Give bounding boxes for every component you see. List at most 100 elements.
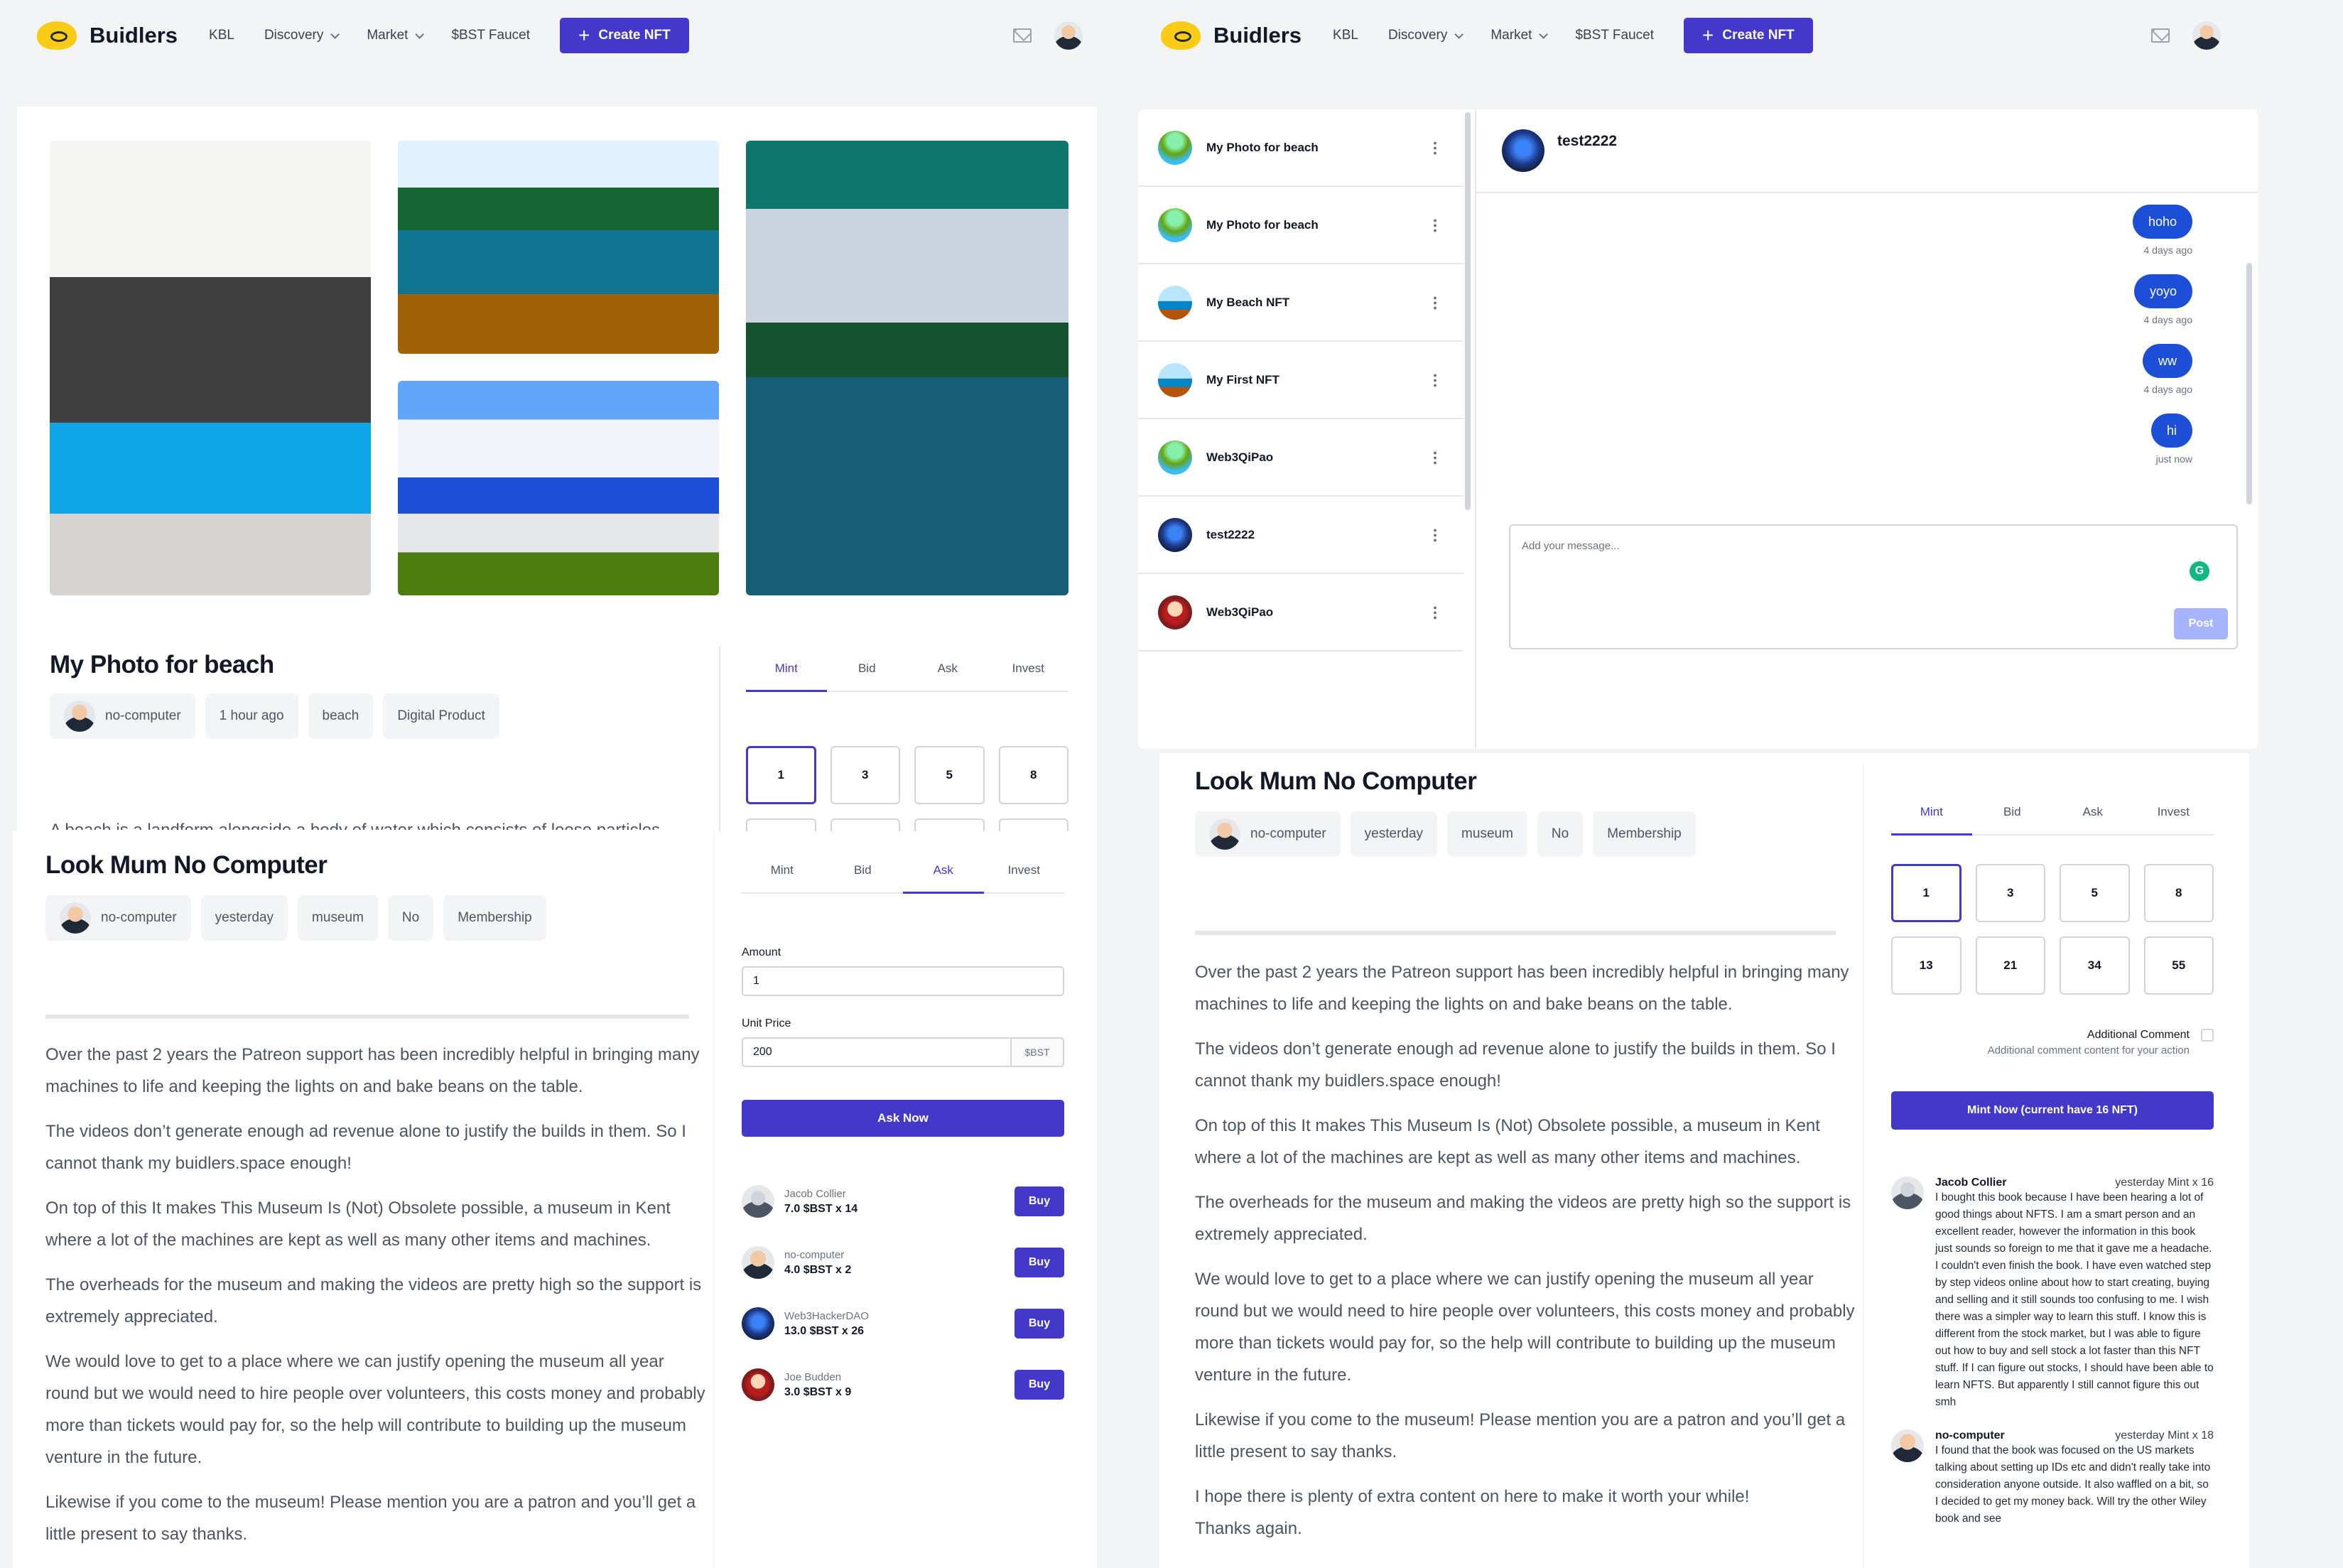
user-avatar[interactable] [2192,21,2221,50]
commenter-name: no-computer [1935,1429,2005,1442]
tag-flag[interactable]: No [1537,811,1584,857]
building-pool-image[interactable] [50,141,371,595]
unit-price-input[interactable]: 200 [742,1037,1012,1067]
tab-bid[interactable]: Bid [1972,790,2053,834]
tag-type[interactable]: Digital Product [383,693,499,739]
message-scrollbar[interactable] [2246,263,2252,504]
tag-type[interactable]: Membership [1593,811,1696,857]
message-input[interactable]: Add your message... [1522,540,1620,552]
quantity-option[interactable]: 5 [914,746,985,804]
conversation-item[interactable]: My Photo for beach [1138,109,1463,187]
quantity-option[interactable]: 1 [746,746,816,804]
tab-invest[interactable]: Invest [988,647,1069,691]
tab-mint[interactable]: Mint [1891,790,1972,836]
logo-icon[interactable] [1161,21,1201,50]
chevron-down-icon [330,29,340,39]
nav-kbl[interactable]: KBL [1333,28,1358,43]
additional-comment-checkbox[interactable] [2201,1029,2214,1042]
quantity-option[interactable]: 5 [2060,864,2130,922]
brand-name[interactable]: Buidlers [1213,23,1302,48]
quantity-option[interactable] [746,818,816,831]
tag-type[interactable]: Membership [443,895,546,941]
conversation-item[interactable]: Web3QiPao [1138,419,1463,497]
quantity-option[interactable]: 8 [2143,864,2214,922]
buy-button[interactable]: Buy [1014,1309,1064,1339]
nav-faucet[interactable]: $BST Faucet [451,28,530,43]
quantity-option[interactable]: 3 [830,746,900,804]
buy-button[interactable]: Buy [1014,1370,1064,1400]
quantity-option[interactable]: 21 [1975,936,2045,995]
tab-mint[interactable]: Mint [742,848,823,892]
tag-author[interactable]: no-computer [45,895,191,941]
column-divider [713,831,715,1568]
user-avatar[interactable] [1054,21,1083,50]
more-vertical-icon[interactable] [1434,140,1436,155]
buy-button[interactable]: Buy [1014,1248,1064,1277]
quantity-option[interactable]: 55 [2143,936,2214,995]
quantity-option[interactable]: 3 [1975,864,2045,922]
conversation-item[interactable]: Web3QiPao [1138,574,1463,651]
column-divider [1863,764,1864,1568]
nav-discovery[interactable]: Discovery [1388,28,1464,43]
brand-name[interactable]: Buidlers [90,23,178,48]
quantity-option[interactable] [914,818,985,831]
nav-discovery[interactable]: Discovery [264,28,340,43]
divider [1195,931,1836,935]
quantity-option[interactable]: 8 [998,746,1068,804]
coast-town-image[interactable] [398,381,719,595]
more-vertical-icon[interactable] [1434,295,1436,310]
island-image[interactable] [746,141,1068,595]
tag-category[interactable]: museum [1447,811,1527,857]
tab-ask[interactable]: Ask [903,848,984,894]
tab-mint[interactable]: Mint [746,647,827,692]
tab-bid[interactable]: Bid [827,647,908,691]
logo-icon[interactable] [37,21,77,50]
tag-category[interactable]: museum [298,895,378,941]
post-button[interactable]: Post [2174,608,2228,639]
mail-icon[interactable] [1013,28,1032,43]
nav-market[interactable]: Market [367,28,425,43]
nav-kbl-label: KBL [1333,28,1358,43]
more-vertical-icon[interactable] [1434,527,1436,542]
quantity-option[interactable]: 1 [1891,864,1961,922]
quantity-option[interactable]: 34 [2060,936,2130,995]
tab-bid[interactable]: Bid [823,848,904,892]
nav-kbl[interactable]: KBL [209,28,234,43]
mail-icon[interactable] [2151,28,2170,43]
more-vertical-icon[interactable] [1434,217,1436,232]
tab-invest[interactable]: Invest [2133,790,2214,834]
buy-button[interactable]: Buy [1014,1186,1064,1216]
tab-ask[interactable]: Ask [907,647,988,691]
tag-author[interactable]: no-computer [50,693,195,739]
nav-market[interactable]: Market [1490,28,1549,43]
conversation-item[interactable]: test2222 [1138,497,1463,574]
more-vertical-icon[interactable] [1434,372,1436,387]
tag-time: yesterday [200,895,288,941]
quantity-option[interactable] [830,818,900,831]
amount-input[interactable]: 1 [742,966,1064,996]
quantity-option[interactable]: 13 [1891,936,1961,995]
conversation-item[interactable]: My Beach NFT [1138,264,1463,342]
create-nft-button[interactable]: + Create NFT [1683,18,1813,53]
quantity-option[interactable] [998,818,1068,831]
mint-now-button[interactable]: Mint Now (current have 16 NFT) [1891,1091,2214,1130]
lake-image[interactable] [398,141,719,354]
tag-author[interactable]: no-computer [1195,811,1341,857]
tag-category[interactable]: beach [308,693,374,739]
nav-faucet[interactable]: $BST Faucet [1575,28,1654,43]
conversation-item[interactable]: My First NFT [1138,342,1463,419]
conversation-item[interactable]: My Photo for beach [1138,187,1463,264]
commenter-avatar [1891,1177,1924,1209]
more-vertical-icon[interactable] [1434,450,1436,465]
create-nft-button[interactable]: + Create NFT [559,18,689,53]
tag-flag[interactable]: No [387,895,434,941]
conversation-scrollbar[interactable] [1465,112,1471,510]
tag-author-label: no-computer [101,910,177,925]
paragraph: On top of this It makes This Museum Is (… [1195,1116,1820,1167]
tab-ask[interactable]: Ask [2052,790,2133,834]
chat-user-name: test2222 [1557,133,1618,149]
tab-invest[interactable]: Invest [984,848,1065,892]
ask-now-button[interactable]: Ask Now [742,1100,1064,1137]
message-bubble: hi [2150,413,2192,448]
more-vertical-icon[interactable] [1434,605,1436,620]
